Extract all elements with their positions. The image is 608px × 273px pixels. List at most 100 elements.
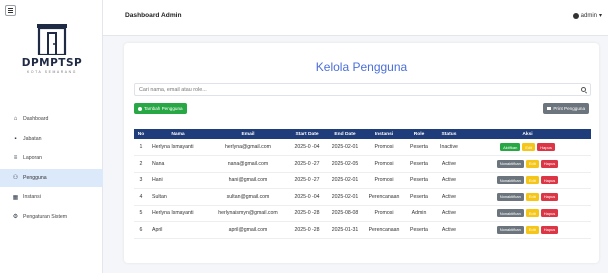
cell-actions: Nonaktifkan Edit Hapus	[464, 221, 591, 239]
cell-no: 3	[134, 172, 148, 189]
deactivate-button[interactable]: Nonaktifkan	[496, 159, 524, 168]
print-users-label: Print Pengguna	[553, 106, 585, 111]
column-header: End Date	[326, 129, 364, 139]
table-row: 3 Hani hani@gmail.com 2025-0 -27 2025-02-01 P…	[134, 172, 591, 189]
deactivate-button[interactable]: Nonaktifkan	[496, 176, 524, 185]
cell-email: herlyna@gmail.com	[208, 139, 288, 156]
action-group: Nonaktifkan Edit Hapus	[464, 159, 591, 168]
edit-button[interactable]: Edit	[525, 225, 539, 234]
cell-instansi: Perencanaan	[364, 221, 404, 239]
user-menu[interactable]: admin ▾	[572, 12, 602, 19]
column-header: Start Date	[288, 129, 326, 139]
cell-role: Peserta	[404, 221, 434, 239]
page-title: Kelola Pengguna	[315, 60, 408, 74]
cell-no: 6	[134, 221, 148, 239]
delete-button[interactable]: Hapus	[537, 143, 555, 151]
column-header: Nama	[148, 129, 208, 139]
sidebar-item-instansi[interactable]: ▦ Instansi	[0, 188, 103, 206]
delete-button[interactable]: Hapus	[540, 159, 559, 168]
sidebar-item-jabatan[interactable]: ▪ Jabatan	[0, 130, 103, 148]
users-card: Kelola Pengguna Cari nama, email atau ro…	[124, 43, 599, 263]
cell-actions: Nonaktifkan Edit Hapus	[464, 172, 591, 189]
edit-button[interactable]: Edit	[525, 159, 539, 168]
column-header: No	[134, 129, 148, 139]
cell-end: 2025-02-05	[326, 155, 364, 173]
add-user-button[interactable]: Tambah Pengguna	[134, 103, 187, 114]
column-header: Status	[434, 129, 464, 139]
cell-end: 2025-02-01	[326, 139, 364, 156]
cell-end: 2025-02-01	[326, 172, 364, 189]
chevron-down-icon: ▾	[598, 13, 602, 19]
action-group: Nonaktifkan Edit Hapus	[464, 176, 591, 185]
sidebar-item-label: Pengaturan Sistem	[23, 213, 68, 220]
cell-status: Active	[434, 188, 464, 206]
sidebar-item-label: Dashboard	[23, 116, 49, 122]
report-icon: ≡	[13, 155, 18, 161]
column-header: Instansi	[364, 129, 404, 139]
cell-email: april@gmail.com	[208, 221, 288, 239]
print-icon	[547, 107, 552, 110]
search-input[interactable]: Cari nama, email atau role...	[134, 83, 591, 96]
delete-button[interactable]: Hapus	[540, 176, 559, 185]
cell-status: Active	[434, 155, 464, 173]
cell-nama: Hani	[148, 172, 208, 189]
edit-button[interactable]: Edit	[522, 143, 536, 151]
delete-button[interactable]: Hapus	[540, 192, 559, 201]
edit-button[interactable]: Edit	[525, 209, 539, 218]
sidebar-item-label: Pengguna	[23, 174, 47, 181]
sidebar-item-pengguna[interactable]: ⚇ Pengguna	[0, 168, 103, 187]
user-icon	[572, 12, 579, 19]
cell-email: hani@gmail.com	[208, 172, 288, 189]
action-group: Nonaktifkan Edit Hapus	[464, 209, 591, 218]
page-header-title: Dashboard Admin	[125, 12, 182, 19]
delete-button[interactable]: Hapus	[540, 209, 559, 218]
cell-actions: Aktifkan Edit Hapus	[464, 139, 591, 156]
cell-role: Admin	[404, 205, 434, 222]
cell-email: nana@gmail.com	[208, 155, 288, 173]
logo: DPMPTSP KOTA SEMARANG	[11, 23, 93, 75]
cell-email: sultan@gmail.com	[208, 188, 288, 206]
cell-status: Active	[434, 205, 464, 222]
cell-start: 2025-0 -28	[288, 205, 326, 222]
cell-role: Peserta	[404, 155, 434, 173]
search-placeholder: Cari nama, email atau role...	[139, 87, 207, 93]
deactivate-button[interactable]: Nonaktifkan	[496, 225, 524, 234]
cell-nama: Herlyna Ismayanti	[148, 139, 208, 156]
home-icon: ⌂	[13, 116, 18, 122]
deactivate-button[interactable]: Nonaktifkan	[496, 192, 524, 201]
cell-actions: Nonaktifkan Edit Hapus	[464, 188, 591, 206]
users-icon: ⚇	[12, 175, 19, 181]
edit-button[interactable]: Edit	[525, 192, 539, 201]
table-row: 5 Herlyna Ismayanti herlynaismyn@gmail.com…	[134, 205, 591, 222]
add-user-label: Tambah Pengguna	[144, 106, 183, 111]
plus-icon	[138, 106, 142, 111]
cell-instansi: Promosi	[364, 155, 404, 173]
sidebar-item-pengaturan-sistem[interactable]: ⚙ Pengaturan Sistem	[0, 208, 103, 226]
sidebar-item-laporan[interactable]: ≡ Laporan	[0, 149, 103, 167]
print-users-button[interactable]: Print Pengguna	[543, 103, 589, 114]
table-row: 6 April april@gmail.com 2025-0 -28 2025-01-3…	[134, 221, 591, 239]
cell-nama: Sultan	[148, 188, 208, 206]
cell-no: 5	[134, 205, 148, 222]
cell-email: herlynaismyn@gmail.com	[208, 205, 288, 222]
activate-button[interactable]: Aktifkan	[500, 143, 521, 151]
cell-instansi: Promosi	[364, 205, 404, 222]
sidebar-nav: ⌂ Dashboard ▪ Jabatan ≡ Laporan ⚇ Pengguna ▦ Inst…	[0, 110, 103, 227]
deactivate-button[interactable]: Nonaktifkan	[496, 209, 524, 218]
cell-nama: Nana	[148, 155, 208, 173]
sidebar-item-dashboard[interactable]: ⌂ Dashboard	[0, 110, 103, 128]
cell-instansi: Perencanaan	[364, 188, 404, 206]
column-header: Email	[208, 129, 288, 139]
cell-start: 2025-0 -27	[288, 172, 326, 189]
delete-button[interactable]: Hapus	[540, 225, 559, 234]
user-name: admin	[580, 12, 597, 19]
logo-subtext: KOTA SEMARANG	[27, 70, 77, 74]
menu-toggle-button[interactable]	[5, 5, 16, 16]
edit-button[interactable]: Edit	[525, 176, 539, 185]
cell-actions: Nonaktifkan Edit Hapus	[464, 155, 591, 173]
action-group: Nonaktifkan Edit Hapus	[464, 192, 591, 201]
cell-no: 2	[134, 155, 148, 173]
column-header: Aksi	[464, 129, 591, 139]
cell-role: Peserta	[404, 172, 434, 189]
cell-role: Peserta	[404, 188, 434, 206]
